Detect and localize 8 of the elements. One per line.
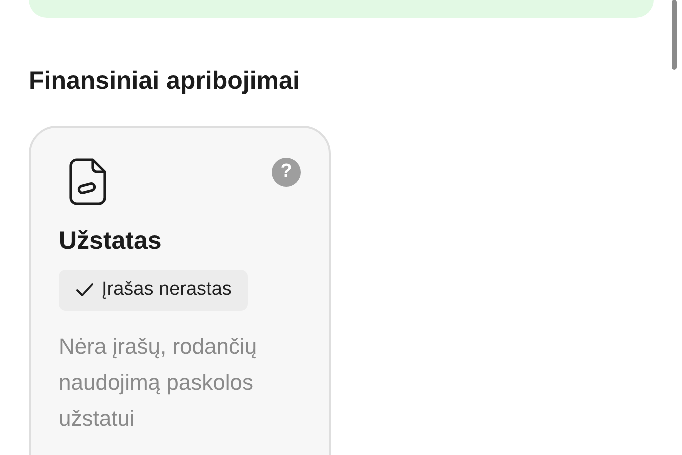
scrollbar-thumb[interactable]	[672, 0, 677, 70]
status-badge: Įrašas nerastas	[59, 270, 248, 311]
document-icon	[69, 158, 107, 206]
card-description: Nėra įrašų, rodančių naudojimą paskolos užstatui	[59, 332, 258, 433]
help-button[interactable]: ?	[272, 158, 301, 187]
card-title: Užstatas	[59, 226, 163, 256]
check-icon	[76, 283, 94, 298]
section-heading: Finansiniai apribojimai	[29, 66, 301, 96]
